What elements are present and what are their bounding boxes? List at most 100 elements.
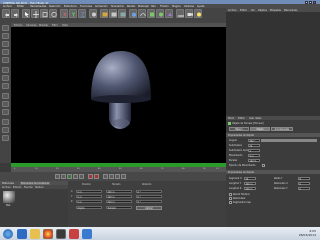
next-frame-icon[interactable] bbox=[73, 174, 78, 179]
camera-icon[interactable] bbox=[185, 9, 193, 18]
rounding-y-field[interactable]: 0 bbox=[298, 186, 310, 191]
object-mode-icon[interactable] bbox=[2, 41, 9, 47]
size-mode-select[interactable]: Tamaño bbox=[106, 206, 132, 210]
attribute-menu-editar[interactable]: Editar bbox=[238, 117, 245, 120]
axis-mode-icon[interactable] bbox=[2, 57, 9, 63]
sculpt-icon[interactable] bbox=[2, 127, 9, 133]
tab-basico[interactable]: Básico bbox=[229, 127, 249, 131]
position-y-field[interactable]: 0 m bbox=[76, 194, 102, 199]
rotation-h-field[interactable]: 0 ° bbox=[136, 189, 162, 194]
angle-slider[interactable] bbox=[261, 138, 317, 142]
uv-icon[interactable] bbox=[2, 135, 9, 141]
iso-subdivision-field[interactable]: 4 bbox=[248, 148, 260, 153]
texture-mode-icon[interactable] bbox=[2, 49, 9, 55]
spline-pen-icon[interactable] bbox=[138, 9, 146, 18]
subdivision-field[interactable]: 22 bbox=[248, 143, 260, 148]
scale-field[interactable]: 100 % bbox=[248, 158, 260, 163]
system-clock[interactable]: 4:05 28/03/2014 bbox=[299, 229, 316, 237]
workplane-icon[interactable] bbox=[2, 119, 9, 125]
segment-cap-checkbox[interactable] bbox=[229, 201, 232, 204]
size-x-field[interactable]: 200 m bbox=[106, 189, 132, 194]
material-thumbnail[interactable] bbox=[3, 191, 15, 203]
material-menu-edicion[interactable]: Edición bbox=[13, 186, 21, 189]
enable-axis-icon[interactable] bbox=[2, 93, 9, 99]
length-y-field[interactable]: 200 m bbox=[244, 181, 256, 186]
round-checkbox[interactable] bbox=[229, 197, 232, 200]
internet-explorer-icon[interactable] bbox=[17, 228, 27, 239]
segment-x-field[interactable]: 40 bbox=[244, 176, 256, 181]
file-explorer-icon[interactable] bbox=[30, 228, 40, 239]
go-to-end-icon[interactable] bbox=[79, 174, 84, 179]
make-editable-icon[interactable] bbox=[2, 25, 9, 31]
render-picture-icon[interactable] bbox=[109, 9, 117, 18]
cinema4d-icon[interactable] bbox=[56, 228, 66, 239]
array-icon[interactable] bbox=[156, 9, 164, 18]
live-select-icon[interactable] bbox=[22, 9, 30, 18]
length-z-field[interactable]: 200 m bbox=[244, 186, 256, 191]
start-button[interactable] bbox=[3, 228, 13, 239]
points-mode-icon[interactable] bbox=[2, 67, 9, 73]
timeline-range-bar[interactable] bbox=[11, 163, 226, 167]
scale-key-icon[interactable] bbox=[115, 174, 120, 179]
object-menu-marcadores[interactable]: Marcadores bbox=[284, 9, 297, 12]
undo-icon[interactable] bbox=[2, 9, 10, 18]
record-icon[interactable] bbox=[88, 174, 93, 179]
polygons-mode-icon[interactable] bbox=[2, 83, 9, 89]
y-axis-icon[interactable]: Y bbox=[69, 9, 77, 19]
timeline[interactable]: 0 10 20 30 40 50 60 70 80 90 0 F bbox=[11, 163, 226, 172]
attribute-menu-modo[interactable]: Modo bbox=[228, 117, 234, 120]
z-axis-icon[interactable]: Z bbox=[78, 9, 86, 19]
play-icon[interactable] bbox=[67, 174, 72, 179]
rotation-key-icon[interactable] bbox=[121, 174, 126, 179]
floor-icon[interactable] bbox=[176, 9, 184, 18]
snap-icon[interactable] bbox=[2, 109, 9, 115]
tab-coordenadas[interactable]: Coordenadas bbox=[271, 127, 293, 131]
tweak-mode-icon[interactable] bbox=[2, 101, 9, 107]
edges-mode-icon[interactable] bbox=[2, 75, 9, 81]
fixation-checkbox[interactable] bbox=[262, 164, 265, 167]
cube-icon[interactable] bbox=[129, 9, 137, 18]
coordinate-system-icon[interactable] bbox=[89, 9, 97, 18]
rounding-x-field[interactable]: 0 bbox=[298, 181, 310, 186]
previous-frame-icon[interactable] bbox=[61, 174, 66, 179]
redo-icon[interactable] bbox=[11, 9, 19, 18]
position-x-field[interactable]: 0 m bbox=[76, 189, 102, 194]
subdivision-surface-icon[interactable] bbox=[147, 9, 155, 18]
rotate-icon[interactable] bbox=[49, 9, 57, 18]
object-menu-etiquetas[interactable]: Etiquetas bbox=[270, 9, 281, 12]
model-mode-icon[interactable] bbox=[2, 33, 9, 39]
object-menu-editar[interactable]: Editar bbox=[240, 9, 247, 12]
material-menu-textura[interactable]: Textura bbox=[35, 186, 43, 189]
rotation-p-field[interactable]: 0 ° bbox=[136, 194, 162, 199]
go-to-start-icon[interactable] bbox=[55, 174, 60, 179]
render-settings-icon[interactable] bbox=[118, 9, 126, 18]
tab-objeto[interactable]: Objeto bbox=[250, 127, 270, 131]
chrome-icon[interactable] bbox=[43, 228, 53, 239]
radius-y-field[interactable]: 8 bbox=[298, 176, 310, 181]
size-y-field[interactable]: 200 m bbox=[106, 194, 132, 199]
render-texture-checkbox[interactable] bbox=[229, 193, 232, 196]
material-menu-archivo[interactable]: Archivo bbox=[2, 186, 11, 189]
position-key-icon[interactable] bbox=[109, 174, 114, 179]
scale-icon[interactable] bbox=[40, 9, 48, 18]
word-icon[interactable] bbox=[82, 228, 92, 239]
position-z-field[interactable]: 0 m bbox=[76, 199, 102, 204]
deformer-icon[interactable] bbox=[165, 9, 173, 18]
move-icon[interactable] bbox=[31, 9, 39, 18]
material-menu-funcion[interactable]: Función bbox=[24, 186, 33, 189]
angle-field[interactable]: 360 ° bbox=[248, 138, 260, 143]
coordinate-mode-select[interactable]: Objeto bbox=[76, 206, 102, 210]
attribute-menu-usar-datos[interactable]: Usar datos bbox=[249, 117, 261, 120]
rotation-b-field[interactable]: 0 ° bbox=[136, 199, 162, 204]
perspective-viewport[interactable] bbox=[11, 27, 226, 163]
light-icon[interactable] bbox=[194, 9, 202, 18]
size-z-field[interactable]: 200 m bbox=[106, 199, 132, 204]
object-menu-objetos[interactable]: Objetos bbox=[258, 9, 267, 12]
auto-key-icon[interactable] bbox=[94, 174, 99, 179]
object-menu-ver[interactable]: Ver bbox=[251, 9, 255, 12]
object-menu-archivo[interactable]: Archivo bbox=[228, 9, 237, 12]
movement-field[interactable]: 0 m bbox=[248, 153, 260, 158]
x-axis-icon[interactable]: X bbox=[60, 9, 68, 19]
keyframe-selection-icon[interactable] bbox=[103, 174, 108, 179]
render-view-icon[interactable] bbox=[100, 9, 108, 18]
